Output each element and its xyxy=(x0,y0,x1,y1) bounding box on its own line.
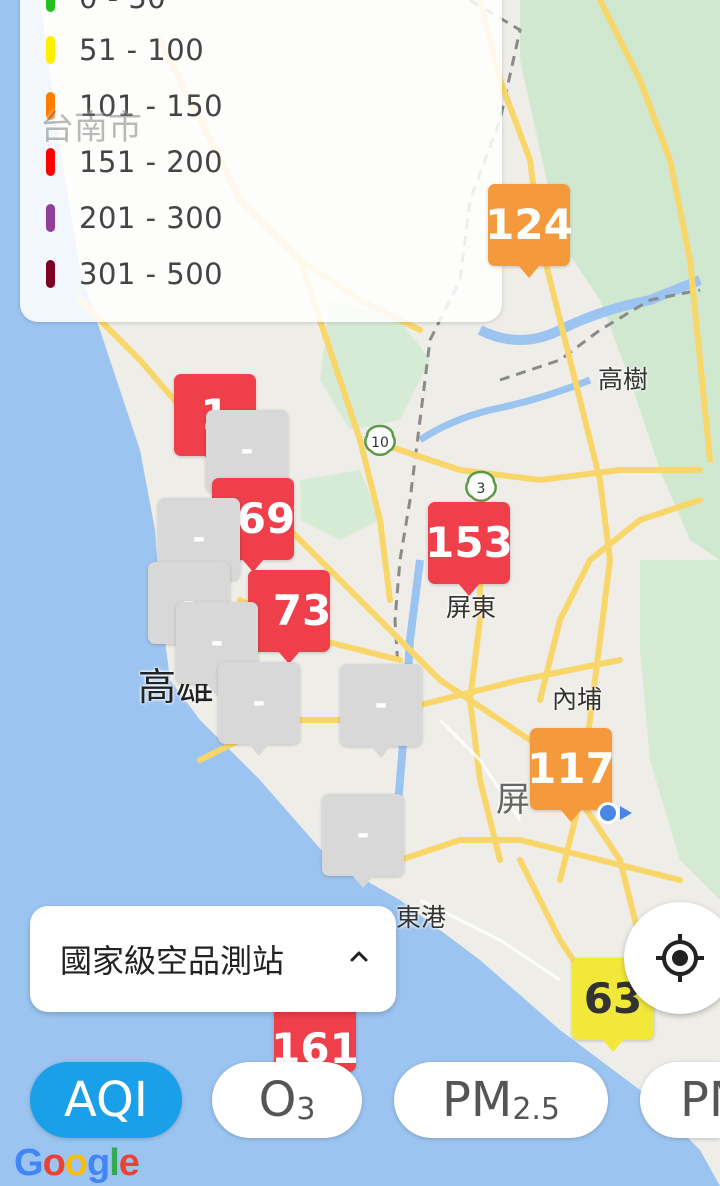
legend-label: 201 - 300 xyxy=(79,201,224,235)
logo-letter: G xyxy=(14,1142,44,1184)
place-label-pingtung-city: 屏 xyxy=(496,780,530,820)
aqi-marker-value: - xyxy=(240,433,254,468)
legend-swatch xyxy=(46,204,55,232)
aqi-marker-value: 117 xyxy=(527,744,615,793)
tab-pm25-subscript: 2.5 xyxy=(512,1091,561,1127)
highway-3-icon: 3 xyxy=(465,470,497,502)
tab-o3[interactable]: O3 xyxy=(212,1062,362,1138)
aqi-marker-value: - xyxy=(192,521,206,556)
aqi-marker-value: - xyxy=(210,625,224,660)
place-label-donggang: 東港 xyxy=(396,903,447,932)
logo-letter: e xyxy=(118,1142,140,1184)
aqi-marker[interactable]: 124 xyxy=(485,184,573,278)
legend-swatch xyxy=(46,148,55,176)
highway-10-label: 10 xyxy=(371,435,389,451)
tab-pm25[interactable]: PM 2.5 xyxy=(394,1062,608,1138)
current-location-icon xyxy=(597,802,632,824)
tab-pm25-label: PM xyxy=(441,1072,513,1128)
legend-label: 301 - 500 xyxy=(79,257,224,291)
legend-label: 51 - 100 xyxy=(79,33,205,67)
highway-3-label: 3 xyxy=(477,481,486,497)
tab-o3-subscript: 3 xyxy=(296,1091,316,1127)
aqi-marker-value: - xyxy=(356,817,370,852)
chevron-up-icon xyxy=(350,951,368,962)
tab-o3-label: O xyxy=(258,1072,297,1128)
place-label-gaoshu: 高樹 xyxy=(598,365,649,394)
aqi-marker-no-data[interactable]: - xyxy=(340,664,422,758)
google-logo: Google xyxy=(14,1142,140,1185)
place-label-tainan: 台南市 xyxy=(40,108,142,148)
legend-row: 0 - 50 xyxy=(46,0,166,18)
aqi-marker-value: - xyxy=(374,687,388,722)
aqi-marker-value: - xyxy=(252,685,266,720)
tab-aqi-label: AQI xyxy=(64,1072,148,1128)
tab-pm10-label: PM xyxy=(680,1072,720,1128)
aqi-marker-value: 124 xyxy=(485,200,573,249)
legend-swatch xyxy=(46,36,55,64)
logo-letter: g xyxy=(87,1142,110,1184)
logo-letter: o xyxy=(42,1142,66,1184)
highway-10-icon: 10 xyxy=(364,424,396,456)
legend-row: 51 - 100 xyxy=(46,30,204,70)
aqi-marker-value: 73 xyxy=(272,586,332,635)
legend-row: 301 - 500 xyxy=(46,254,223,294)
legend-label: 0 - 50 xyxy=(79,0,166,15)
aqi-legend: 0 - 50 51 - 100 101 - 150 151 - 200 201 … xyxy=(20,0,502,322)
legend-label: 151 - 200 xyxy=(79,145,224,179)
aqi-marker-value: 69 xyxy=(236,494,296,543)
legend-row: 201 - 300 xyxy=(46,198,223,238)
aqi-marker-no-data[interactable]: - xyxy=(322,794,404,888)
tab-pm10[interactable]: PM10 xyxy=(640,1062,720,1138)
aqi-marker-value: 153 xyxy=(425,518,513,567)
legend-swatch xyxy=(46,0,55,12)
logo-letter: l xyxy=(109,1142,120,1184)
place-label-neipu: 內埔 xyxy=(552,685,603,714)
my-location-icon xyxy=(656,934,704,982)
aqi-marker[interactable]: 73 xyxy=(248,570,332,664)
logo-letter: o xyxy=(64,1142,88,1184)
aqi-marker[interactable]: 153 xyxy=(425,502,513,596)
station-type-label: 國家級空品測站 xyxy=(60,942,285,980)
station-type-selector[interactable]: 國家級空品測站 xyxy=(30,906,396,1012)
legend-swatch xyxy=(46,260,55,288)
tab-aqi[interactable]: AQI xyxy=(30,1062,182,1138)
aqi-marker-no-data[interactable]: - xyxy=(218,662,300,756)
